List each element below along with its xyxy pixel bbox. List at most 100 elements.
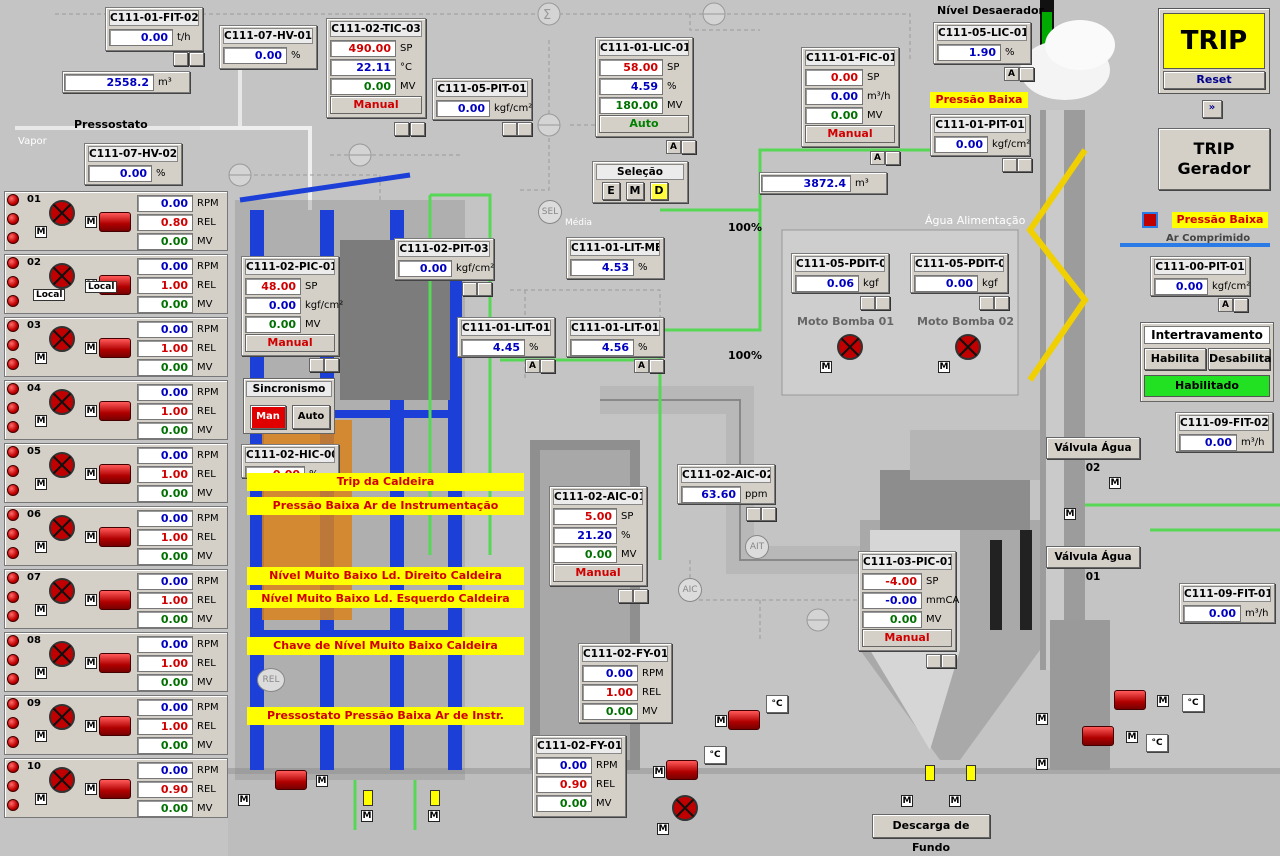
motor-m-button[interactable]: M (35, 541, 47, 553)
aic-01-btn2[interactable] (633, 589, 648, 603)
reset-button[interactable]: Reset (1163, 71, 1265, 89)
motor-m2-button[interactable]: M (85, 405, 97, 417)
pit-05-01-btn1[interactable] (502, 122, 517, 136)
pdit-03-btn1[interactable] (979, 296, 994, 310)
motor-icon[interactable] (99, 653, 131, 673)
motor-icon[interactable] (99, 338, 131, 358)
motor-m-button[interactable]: M (35, 667, 47, 679)
motor-m-button[interactable]: M (35, 226, 47, 238)
lit-011-a-button[interactable]: A (525, 359, 540, 373)
fit-09-01-faceplate[interactable]: C111-09-FIT-01 0.00 m³/h (1179, 583, 1275, 623)
tic-03-btn2[interactable] (410, 122, 425, 136)
motobomba-1-m-button[interactable]: M (820, 361, 832, 373)
lic-01-a-button[interactable]: A (666, 140, 681, 154)
trip-button[interactable]: TRIP (1163, 13, 1265, 69)
motor-icon[interactable] (99, 716, 131, 736)
fan-motor-2[interactable] (666, 760, 698, 780)
chevron-down-icon[interactable]: » (1202, 100, 1222, 118)
pump-valve-2-m[interactable]: M (1036, 758, 1048, 770)
motor-icon[interactable] (99, 590, 131, 610)
valve-3-m[interactable]: M (901, 795, 913, 807)
pdit-03-faceplate[interactable]: C111-05-PDIT-03 0.00 kgf (910, 253, 1008, 293)
selecao-m-button[interactable]: M (626, 182, 644, 200)
aic-02-btn1[interactable] (746, 507, 761, 521)
lit-012-a-button[interactable]: A (634, 359, 649, 373)
motor-m2-button[interactable]: M (85, 531, 97, 543)
motor-m2-button[interactable]: M (85, 783, 97, 795)
temp-2-icon[interactable]: °C (704, 746, 726, 764)
motor-m-button[interactable]: M (35, 604, 47, 616)
valvula-agua-01-button[interactable]: Válvula Água 01 (1046, 546, 1140, 583)
pit-05-01-faceplate[interactable]: C111-05-PIT-01 0.00 kgf/cm² (432, 78, 532, 120)
motor-m2-button[interactable]: M (85, 342, 97, 354)
pit-03-btn2[interactable] (477, 282, 492, 296)
fan-motor-2-m[interactable]: M (653, 766, 665, 778)
boiler-motor-m[interactable]: M (316, 775, 328, 787)
pit-03-faceplate[interactable]: C111-02-PIT-03 0.00 kgf/cm² (394, 238, 494, 280)
fic-01-mode-button[interactable]: Manual (805, 125, 895, 143)
aic-02-btn2[interactable] (761, 507, 776, 521)
motor-icon[interactable] (99, 779, 131, 799)
lic-01-btn[interactable] (681, 140, 696, 154)
fic-01-a-button[interactable]: A (870, 151, 885, 165)
temp-4-icon[interactable]: °C (1146, 734, 1168, 752)
pit-00-a-button[interactable]: A (1218, 298, 1233, 312)
motor-icon[interactable] (99, 401, 131, 421)
boiler-pump-m[interactable]: M (238, 794, 250, 806)
motor-m-button[interactable]: M (35, 415, 47, 427)
boiler-motor[interactable] (275, 770, 307, 790)
motor-m-button[interactable]: M (35, 352, 47, 364)
motor-m2-button[interactable]: M (85, 216, 97, 228)
sincronismo-auto-button[interactable]: Auto (292, 405, 330, 429)
pump-motor-2[interactable] (1082, 726, 1114, 746)
motor-row-04[interactable]: 04 M M 0.00 RPM 1.00 REL 0.00 MV (4, 380, 228, 440)
motor-m2-button[interactable]: M (85, 468, 97, 480)
motor-m2-button[interactable]: M (85, 594, 97, 606)
fan-icon[interactable] (49, 578, 75, 604)
aic-01-faceplate[interactable]: C111-02-AIC-01 5.00 SP 21.20% 0.00 MV Manu… (549, 486, 647, 586)
pit-05-01-btn2[interactable] (517, 122, 532, 136)
fit-02-faceplate[interactable]: C111-01-FIT-02 0.00 t/h (105, 7, 203, 51)
bottom-fan-m[interactable]: M (657, 823, 669, 835)
motor-row-01[interactable]: 01 M M 0.00 RPM 0.80 REL 0.00 MV (4, 191, 228, 251)
pit-01-01-btn2[interactable] (1017, 158, 1032, 172)
motor-row-09[interactable]: 09 M M 0.00 RPM 1.00 REL 0.00 MV (4, 695, 228, 755)
tic-03-mode-button[interactable]: Manual (330, 96, 422, 114)
temp-3-icon[interactable]: °C (1182, 694, 1204, 712)
pump-valve-1-m[interactable]: M (1036, 713, 1048, 725)
pump-motor-1-m[interactable]: M (1157, 695, 1169, 707)
pit-00-faceplate[interactable]: C111-00-PIT-01 0.00 kgf/cm² (1150, 256, 1250, 296)
fan-icon[interactable] (49, 515, 75, 541)
lit-012-btn[interactable] (649, 359, 664, 373)
fan-icon[interactable] (49, 704, 75, 730)
fic-01-btn[interactable] (885, 151, 900, 165)
fan-icon[interactable] (49, 767, 75, 793)
aic-01-mode-button[interactable]: Manual (553, 564, 643, 582)
fan-icon[interactable] (49, 641, 75, 667)
lit-011-btn[interactable] (540, 359, 555, 373)
pic-03-faceplate[interactable]: C111-03-PIC-01 -4.00 SP -0.00 mmCA 0.00 MV … (858, 551, 959, 651)
valve-1-m[interactable]: M (361, 810, 373, 822)
hv-02-faceplate[interactable]: C111-07-HV-02 0.00% (84, 143, 182, 185)
selecao-d-button[interactable]: D (650, 182, 668, 200)
fit-02-detail-button[interactable] (173, 52, 188, 66)
pic-03-btn1[interactable] (926, 654, 941, 668)
motobomba-2-m-button[interactable]: M (938, 361, 950, 373)
valvula-02-m[interactable]: M (1109, 477, 1121, 489)
motor-row-06[interactable]: 06 M M 0.00 RPM 1.00 REL 0.00 MV (4, 506, 228, 566)
fan-icon[interactable] (49, 389, 75, 415)
aic-01-btn1[interactable] (618, 589, 633, 603)
motor-icon[interactable] (99, 212, 131, 232)
motobomba-1-icon[interactable] (837, 334, 863, 360)
fan-icon[interactable] (49, 200, 75, 226)
selecao-e-button[interactable]: E (602, 182, 620, 200)
fan-icon[interactable] (49, 452, 75, 478)
motor-m-button[interactable]: M (35, 478, 47, 490)
sincronismo-man-button[interactable]: Man (250, 405, 286, 429)
trip-gerador-button[interactable]: TRIP Gerador (1158, 128, 1270, 190)
fic-01-faceplate[interactable]: C111-01-FIC-01 0.00 SP 0.00 m³/h 0.00 MV Ma… (801, 47, 899, 147)
bottom-fan-icon[interactable] (672, 795, 698, 821)
valvula-01-m[interactable]: M (1064, 508, 1076, 520)
lic-01-mode-button[interactable]: Auto (599, 115, 689, 133)
lic-01-faceplate[interactable]: C111-01-LIC-01 58.00 SP 4.59% 180.00 MV Au… (595, 37, 693, 137)
